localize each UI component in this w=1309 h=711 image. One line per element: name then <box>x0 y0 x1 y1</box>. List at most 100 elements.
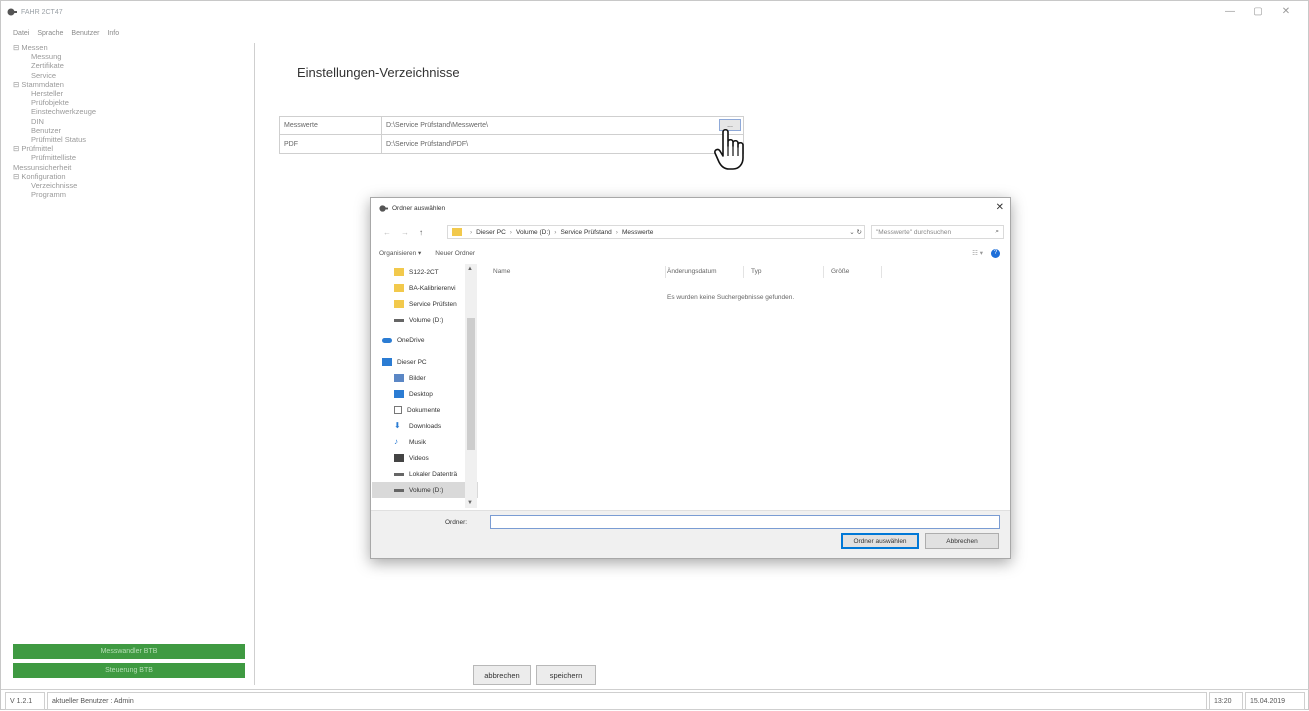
current-user-label: aktueller Benutzer : Admin <box>47 692 1207 710</box>
messwandler-btb-button[interactable]: Messwandler BTB <box>13 644 245 659</box>
nav-item-label: Dokumente <box>407 406 441 414</box>
nav-item-label: Downloads <box>409 422 442 430</box>
nav-item-selected[interactable]: Volume (D:) <box>372 482 478 498</box>
tree-node-pruefmittel[interactable]: ⊟ Prüfmittel <box>9 144 254 153</box>
tree-node-pruefobjekte[interactable]: Prüfobjekte <box>9 98 254 107</box>
nav-item[interactable]: ♪ Musik <box>372 434 478 450</box>
dialog-close-button[interactable]: ✕ <box>996 202 1004 213</box>
scroll-down-icon[interactable]: ▼ <box>467 500 473 506</box>
menu-datei[interactable]: Datei <box>13 30 29 37</box>
nav-item[interactable]: Lokaler Datenträ <box>372 466 478 482</box>
steuerung-btb-button[interactable]: Steuerung BTB <box>13 663 245 678</box>
tree-node-konfiguration[interactable]: ⊟ Konfiguration <box>9 172 254 181</box>
nav-item[interactable]: Service Prüfsten <box>372 296 478 312</box>
download-icon: ⬇ <box>394 421 401 430</box>
select-folder-button[interactable]: Ordner auswählen <box>841 533 919 549</box>
dialog-title: Ordner auswählen <box>392 205 446 212</box>
column-header-size[interactable]: Größe <box>831 268 849 275</box>
column-header-name[interactable]: Name <box>493 268 510 275</box>
nav-item[interactable]: BA-Kalibrierenvi <box>372 280 478 296</box>
tree-node-zertifikate[interactable]: Zertifikate <box>9 61 254 70</box>
organize-menu[interactable]: Organisieren ▾ <box>379 249 421 257</box>
nav-item[interactable]: Volume (D:) <box>372 312 478 328</box>
path-breadcrumb[interactable]: › Dieser PC › Volume (D:) › Service Prüf… <box>447 225 865 239</box>
nav-item-label: Lokaler Datenträ <box>409 470 458 478</box>
folder-icon <box>394 268 404 276</box>
folder-icon <box>394 300 404 308</box>
folder-icon <box>394 284 404 292</box>
tree-node-programm[interactable]: Programm <box>9 190 254 199</box>
video-icon <box>394 454 404 462</box>
nav-item[interactable]: ⬇ Downloads <box>372 418 478 434</box>
nav-item[interactable]: Dokumente <box>372 402 478 418</box>
nav-item-label: Dieser PC <box>397 358 427 366</box>
dialog-app-icon <box>379 205 388 212</box>
file-list: Name Änderungsdatum Typ Größe Es wurden … <box>481 264 1001 508</box>
save-button[interactable]: speichern <box>536 665 596 685</box>
new-folder-button[interactable]: Neuer Ordner <box>435 250 475 257</box>
menu-benutzer[interactable]: Benutzer <box>71 30 99 37</box>
status-date: 15.04.2019 <box>1245 692 1305 710</box>
nav-item[interactable]: Videos <box>372 450 478 466</box>
breadcrumb-item[interactable]: Messwerte <box>622 229 653 236</box>
nav-scrollbar[interactable]: ▲ ▼ <box>465 264 477 508</box>
music-icon: ♪ <box>394 437 398 446</box>
window-controls: — ▢ ✕ <box>1216 5 1300 19</box>
search-input[interactable]: "Messwerte" durchsuchen ⌕ <box>871 225 1004 239</box>
tree-node-verzeichnisse[interactable]: Verzeichnisse <box>9 181 254 190</box>
nav-item[interactable]: S122-2CT <box>372 264 478 280</box>
chevron-right-icon: › <box>615 228 618 236</box>
scroll-up-icon[interactable]: ▲ <box>467 266 473 272</box>
directory-value[interactable]: D:\Service Prüfstand\PDF\ <box>382 135 743 153</box>
minimize-button[interactable]: — <box>1216 5 1244 19</box>
breadcrumb-item[interactable]: Volume (D:) <box>516 229 550 236</box>
forward-arrow-icon[interactable]: → <box>401 228 409 237</box>
tree-node-hersteller[interactable]: Hersteller <box>9 89 254 98</box>
nav-item[interactable]: Bilder <box>372 370 478 386</box>
nav-item-label: Volume (D:) <box>409 486 444 494</box>
breadcrumb-item[interactable]: Dieser PC <box>476 229 506 236</box>
tree-node-pruefmittel-status[interactable]: Prüfmittel Status <box>9 135 254 144</box>
help-icon[interactable]: ? <box>991 248 1000 258</box>
dialog-cancel-button[interactable]: Abbrechen <box>925 533 999 549</box>
page-title: Einstellungen-Verzeichnisse <box>297 65 460 80</box>
nav-item[interactable]: Dieser PC <box>372 354 478 370</box>
tree-node-stammdaten[interactable]: ⊟ Stammdaten <box>9 80 254 89</box>
tree-node-benutzer[interactable]: Benutzer <box>9 126 254 135</box>
folder-input[interactable] <box>490 515 1000 529</box>
nav-item-label: Bilder <box>409 374 426 382</box>
tree-node-messung[interactable]: Messung <box>9 52 254 61</box>
tree-node-messunsicherheit[interactable]: Messunsicherheit <box>9 163 254 172</box>
column-separator <box>881 266 882 278</box>
directory-value[interactable]: D:\Service Prüfstand\Messwerte\ <box>382 117 743 134</box>
view-options-icon[interactable]: ☷ ▾ <box>972 249 983 257</box>
nav-item-label: Service Prüfsten <box>409 300 457 308</box>
chevron-right-icon: › <box>554 228 557 236</box>
scroll-thumb[interactable] <box>467 318 475 450</box>
maximize-button[interactable]: ▢ <box>1244 5 1272 19</box>
tree-node-messen[interactable]: ⊟ Messen <box>9 43 254 52</box>
up-arrow-icon[interactable]: ↑ <box>419 228 423 237</box>
nav-item[interactable]: Desktop <box>372 386 478 402</box>
breadcrumb-item[interactable]: Service Prüfstand <box>560 229 611 236</box>
menu-sprache[interactable]: Sprache <box>37 30 63 37</box>
nav-item-label: Musik <box>409 438 426 446</box>
directory-row: PDF D:\Service Prüfstand\PDF\ <box>280 135 743 153</box>
column-header-date[interactable]: Änderungsdatum <box>667 268 717 275</box>
tree-node-service[interactable]: Service <box>9 71 254 80</box>
tree-node-din[interactable]: DIN <box>9 117 254 126</box>
folder-label: Ordner: <box>445 519 468 526</box>
refresh-icon[interactable]: ⌄ ↻ <box>849 228 862 236</box>
tree-node-einstechwerkzeuge[interactable]: Einstechwerkzeuge <box>9 107 254 116</box>
menu-info[interactable]: Info <box>107 30 119 37</box>
nav-item-label: Videos <box>409 454 429 462</box>
close-button[interactable]: ✕ <box>1272 5 1300 19</box>
back-arrow-icon[interactable]: ← <box>383 228 391 237</box>
column-header-type[interactable]: Typ <box>751 268 761 275</box>
tree-node-pruefmittelliste[interactable]: Prüfmittelliste <box>9 153 254 162</box>
folder-icon <box>452 228 462 236</box>
nav-item[interactable]: OneDrive <box>372 332 478 348</box>
window-title: FAHR 2CT47 <box>21 8 63 16</box>
directory-label: PDF <box>280 135 382 153</box>
cancel-button[interactable]: abbrechen <box>473 665 531 685</box>
